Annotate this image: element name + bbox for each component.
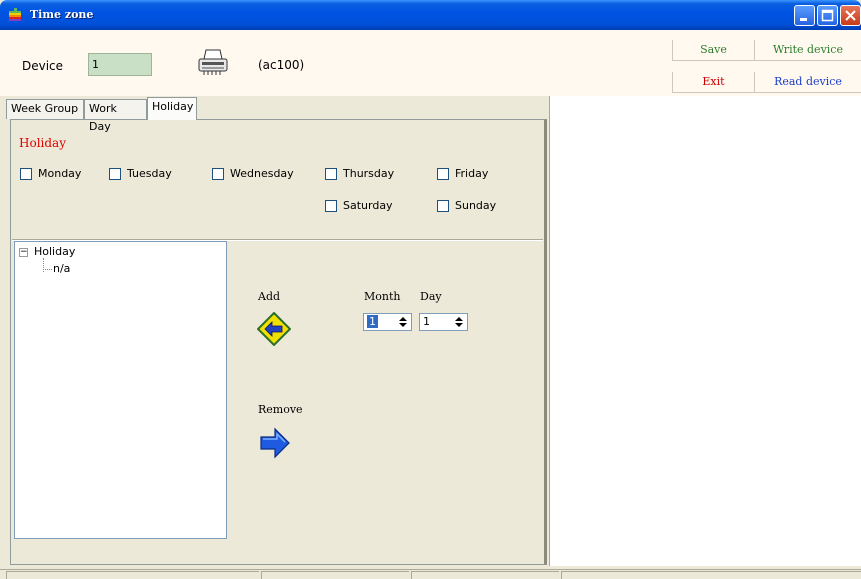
checkbox-label: Thursday: [343, 167, 395, 180]
remove-label: Remove: [258, 403, 303, 416]
spin-arrows-icon[interactable]: [453, 316, 465, 328]
device-label: Device: [22, 59, 64, 73]
day-value[interactable]: 1: [423, 315, 430, 328]
minimize-button[interactable]: [794, 5, 815, 26]
tree-connector: [43, 269, 52, 270]
maximize-icon: [821, 9, 834, 22]
day-stepper[interactable]: 1: [419, 313, 468, 331]
tab-work-day[interactable]: Work Day: [84, 99, 147, 133]
exit-button[interactable]: Exit: [672, 72, 754, 93]
tab-holiday[interactable]: Holiday: [147, 97, 197, 120]
right-pane: [549, 96, 861, 566]
checkbox-thursday[interactable]: Thursday: [325, 167, 394, 180]
checkbox-label: Friday: [455, 167, 489, 180]
checkbox-label: Monday: [38, 167, 82, 180]
device-model: (ac100): [258, 58, 305, 72]
save-button[interactable]: Save: [672, 40, 754, 61]
month-stepper[interactable]: 1: [363, 313, 412, 331]
checkbox-friday[interactable]: Friday: [437, 167, 488, 180]
status-cell: [261, 571, 409, 579]
checkbox-box[interactable]: [109, 167, 121, 180]
checkbox-box[interactable]: [325, 167, 337, 180]
checkbox-label: Saturday: [343, 199, 393, 212]
month-value[interactable]: 1: [367, 315, 378, 328]
tab-week-group[interactable]: Week Group: [6, 99, 84, 119]
spin-arrows-icon[interactable]: [397, 316, 409, 328]
title-bar: Time zone: [0, 0, 861, 30]
write-device-button[interactable]: Write device: [754, 40, 861, 61]
checkbox-box[interactable]: [325, 199, 337, 212]
day-label: Day: [420, 290, 442, 303]
status-cell: [411, 571, 559, 579]
checkbox-box[interactable]: [437, 167, 449, 180]
window-title: Time zone: [30, 8, 94, 21]
tree-child-item[interactable]: n/a: [53, 262, 70, 275]
yellow-left-arrow-icon[interactable]: [257, 312, 291, 346]
holiday-title: Holiday: [19, 136, 66, 150]
close-icon: [845, 10, 856, 21]
maximize-button[interactable]: [817, 5, 838, 26]
status-cell: [6, 571, 259, 579]
checkbox-sunday[interactable]: Sunday: [437, 199, 496, 212]
checkbox-saturday[interactable]: Saturday: [325, 199, 393, 212]
month-label: Month: [364, 290, 401, 303]
tree-root-item[interactable]: Holiday: [34, 245, 75, 258]
close-button[interactable]: [840, 5, 861, 26]
minimize-icon: [800, 18, 807, 21]
collapse-icon[interactable]: −: [19, 248, 28, 257]
checkbox-label: Tuesday: [127, 167, 172, 180]
checkbox-monday[interactable]: Monday: [20, 167, 81, 180]
device-reader-icon[interactable]: [196, 47, 230, 77]
checkbox-box[interactable]: [212, 167, 224, 180]
holiday-tree[interactable]: − Holiday n/a: [14, 241, 227, 539]
checkbox-label: Wednesday: [230, 167, 294, 180]
blue-right-arrow-icon[interactable]: [258, 426, 292, 460]
status-cell: [561, 571, 861, 579]
checkbox-label: Sunday: [455, 199, 497, 212]
device-field[interactable]: [88, 53, 152, 76]
checkbox-wednesday[interactable]: Wednesday: [212, 167, 294, 180]
checkbox-box[interactable]: [437, 199, 449, 212]
add-label: Add: [258, 290, 281, 303]
checkbox-box[interactable]: [20, 167, 32, 180]
rainbow-apple-icon: [9, 8, 21, 21]
read-device-button[interactable]: Read device: [754, 72, 861, 93]
checkbox-tuesday[interactable]: Tuesday: [109, 167, 172, 180]
